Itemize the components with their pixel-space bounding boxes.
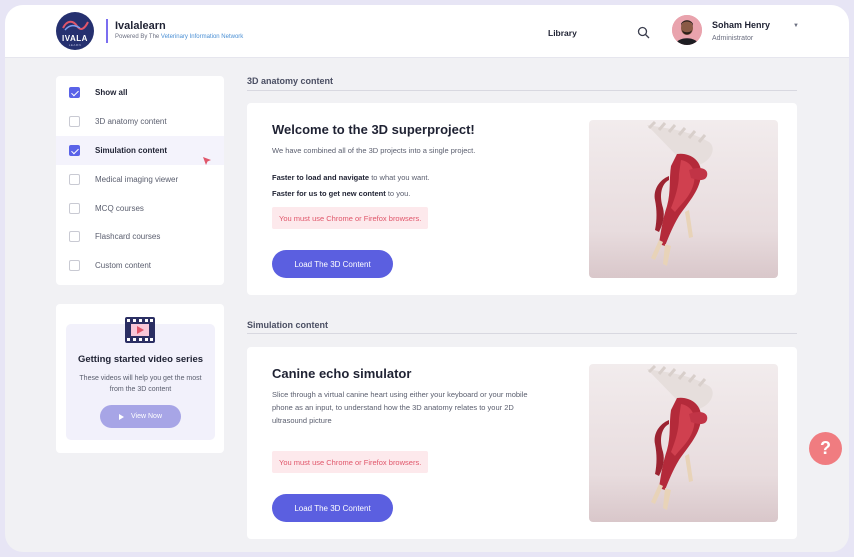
checkbox-icon[interactable] [69, 231, 80, 242]
load-3d-content-button[interactable]: Load The 3D Content [272, 494, 393, 522]
canine-anatomy-illustration-icon [647, 120, 713, 266]
anatomy-image [589, 364, 778, 522]
card-title: Canine echo simulator [272, 366, 412, 381]
brand-divider [106, 19, 108, 43]
video-series-card: Getting started video series These video… [56, 304, 224, 453]
card-description: We have combined all of the 3D projects … [272, 146, 476, 155]
vin-link[interactable]: Veterinary Information Network [161, 34, 243, 40]
load-3d-content-button[interactable]: Load The 3D Content [272, 250, 393, 278]
feature-bold: Faster for us to get new content [272, 189, 386, 198]
section-title-3d-anatomy: 3D anatomy content [247, 76, 334, 86]
logo-subtext: LEARN [68, 43, 82, 47]
section-title-simulation: Simulation content [247, 320, 328, 330]
feature-line: Faster for us to get new content to you. [272, 189, 410, 198]
avatar[interactable] [672, 15, 702, 45]
filter-label: Custom content [95, 261, 152, 270]
filter-label: Flashcard courses [95, 232, 161, 241]
feature-line: Faster to load and navigate to what you … [272, 173, 430, 182]
content-card-3d-superproject: Welcome to the 3D superproject! We have … [247, 103, 797, 295]
chevron-down-icon[interactable]: ▼ [793, 23, 799, 29]
anatomy-image [589, 120, 778, 278]
feature-rest: to what you want. [369, 173, 430, 182]
filter-label: MCQ courses [95, 204, 144, 213]
logo-text: IVALA [62, 34, 88, 43]
filter-show-all[interactable]: Show all [56, 78, 224, 107]
content-filter-panel: Show all 3D anatomy content Simulation c… [56, 76, 224, 285]
nav-library-link[interactable]: Library [548, 28, 577, 38]
logo-wave-icon [62, 20, 89, 31]
filter-flashcard[interactable]: Flashcard courses [56, 222, 224, 251]
browser-warning: You must use Chrome or Firefox browsers. [272, 207, 429, 229]
content-card-canine-echo: Canine echo simulator Slice through a vi… [247, 347, 797, 539]
canine-anatomy-illustration-icon [647, 364, 713, 510]
filter-label: Medical imaging viewer [95, 175, 179, 184]
video-series-description: These videos will help you get the most … [79, 375, 202, 393]
view-now-label: View Now [131, 413, 162, 420]
top-bar: IVALA LEARN Ivalalearn Powered By The Ve… [5, 5, 849, 58]
section-divider [247, 90, 797, 91]
checkbox-icon[interactable] [69, 116, 80, 127]
play-icon [119, 413, 124, 420]
filter-label: Show all [95, 88, 128, 97]
filter-label: 3D anatomy content [95, 117, 167, 126]
view-now-button[interactable]: View Now [100, 405, 181, 428]
user-avatar-icon [672, 15, 702, 45]
mouse-cursor-icon [203, 157, 211, 165]
card-title: Welcome to the 3D superproject! [272, 122, 475, 137]
user-role: Administrator [712, 35, 754, 42]
app-window: IVALA LEARN Ivalalearn Powered By The Ve… [5, 5, 849, 552]
video-series-title: Getting started video series [77, 354, 204, 365]
checkbox-checked-icon[interactable] [69, 145, 80, 156]
search-icon[interactable] [637, 26, 650, 39]
brand-name: Ivalalearn [115, 20, 166, 32]
filter-medical-imaging[interactable]: Medical imaging viewer [56, 165, 224, 194]
section-divider [247, 333, 797, 334]
checkbox-icon[interactable] [69, 260, 80, 271]
brand-subtitle-prefix: Powered By The [115, 34, 160, 40]
brand-subtitle: Powered By The Veterinary Information Ne… [115, 34, 243, 40]
filter-simulation[interactable]: Simulation content [56, 136, 224, 165]
user-name[interactable]: Soham Henry [712, 20, 770, 30]
filter-3d-anatomy[interactable]: 3D anatomy content [56, 107, 224, 136]
feature-bold: Faster to load and navigate [272, 173, 370, 182]
checkbox-icon[interactable] [69, 174, 80, 185]
browser-warning: You must use Chrome or Firefox browsers. [272, 451, 429, 473]
checkbox-checked-icon[interactable] [69, 87, 80, 98]
feature-rest: to you. [385, 189, 411, 198]
film-icon [125, 317, 155, 343]
filter-custom[interactable]: Custom content [56, 251, 224, 280]
checkbox-icon[interactable] [69, 203, 80, 214]
logo[interactable]: IVALA LEARN [56, 12, 94, 50]
filter-label: Simulation content [95, 146, 167, 155]
filter-mcq[interactable]: MCQ courses [56, 194, 224, 223]
card-description: Slice through a virtual canine heart usi… [272, 390, 528, 425]
help-button[interactable]: ? [809, 432, 842, 465]
video-series-panel: Getting started video series These video… [66, 317, 215, 440]
